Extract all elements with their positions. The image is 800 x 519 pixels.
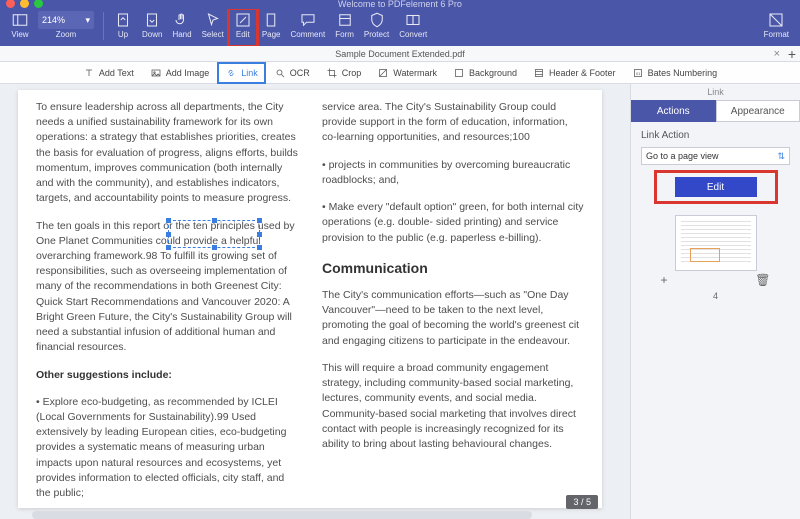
separator-icon — [103, 12, 104, 40]
panel-title: Link — [631, 84, 800, 100]
add-page-icon[interactable]: + — [661, 273, 668, 287]
body-text: To ensure leadership across all departme… — [36, 100, 298, 207]
tab-close-icon[interactable]: × — [774, 48, 780, 60]
horizontal-scrollbar[interactable] — [32, 511, 532, 519]
header-footer-button[interactable]: Header & Footer — [525, 62, 624, 84]
app-title: Welcome to PDFelement 6 Pro — [0, 0, 800, 9]
form-button[interactable]: Form — [330, 9, 359, 46]
ocr-button[interactable]: OCR — [266, 62, 318, 84]
zoom-control[interactable]: 214% ▾ Zoom — [34, 9, 98, 46]
chevron-updown-icon: ⇅ — [777, 151, 785, 162]
page-column-left: To ensure leadership across all departme… — [36, 100, 298, 498]
comment-button[interactable]: Comment — [286, 9, 331, 46]
zoom-label: Zoom — [56, 30, 76, 39]
body-text: • projects in communities by overcoming … — [322, 158, 584, 188]
tab-add-icon[interactable]: + — [788, 46, 796, 62]
edit-button[interactable]: Edit — [229, 9, 257, 46]
body-text: This will require a broad community enga… — [322, 361, 584, 452]
page-button[interactable]: Page — [257, 9, 286, 46]
body-text: • Explore eco-budgeting, as recommended … — [36, 395, 298, 502]
crop-button[interactable]: Crop — [318, 62, 370, 84]
svg-text:01: 01 — [636, 71, 641, 76]
chevron-down-icon: ▾ — [85, 15, 90, 26]
body-text: service area. The City's Sustainability … — [322, 100, 584, 146]
main-area: To ensure leadership across all departme… — [0, 84, 800, 519]
thumbnail-label: 4 — [641, 291, 790, 301]
page-column-right: service area. The City's Sustainability … — [322, 100, 584, 498]
convert-button[interactable]: Convert — [394, 9, 432, 46]
link-action-select[interactable]: Go to a page view ⇅ — [641, 147, 790, 165]
protect-button[interactable]: Protect — [359, 9, 394, 46]
background-button[interactable]: Background — [445, 62, 525, 84]
up-button[interactable]: Up — [109, 9, 137, 46]
titlebar: Welcome to PDFelement 6 Pro — [0, 0, 800, 9]
bates-button[interactable]: 01Bates Numbering — [624, 62, 726, 84]
select-value: Go to a page view — [646, 151, 719, 161]
heading: Other suggestions include: — [36, 368, 298, 383]
page-indicator: 3 / 5 — [566, 495, 598, 509]
view-button[interactable]: View — [6, 9, 34, 46]
heading: Communication — [322, 258, 584, 278]
down-button[interactable]: Down — [137, 9, 167, 46]
body-text: • Make every "default option" green, for… — [322, 200, 584, 246]
tab-actions[interactable]: Actions — [631, 100, 716, 122]
add-text-button[interactable]: Add Text — [75, 62, 142, 84]
edit-subtoolbar: Add Text Add Image Link OCR Crop Waterma… — [0, 62, 800, 84]
main-toolbar: View 214% ▾ Zoom Up Down Hand Select Edi… — [0, 9, 800, 46]
link-selection-box[interactable] — [168, 220, 260, 248]
select-button[interactable]: Select — [197, 9, 229, 46]
add-image-button[interactable]: Add Image — [142, 62, 218, 84]
hand-button[interactable]: Hand — [167, 9, 196, 46]
link-edit-button[interactable]: Edit — [675, 177, 757, 197]
page-thumbnail[interactable] — [675, 215, 757, 271]
watermark-button[interactable]: Watermark — [369, 62, 445, 84]
document-viewport[interactable]: To ensure leadership across all departme… — [0, 84, 630, 519]
document-tab[interactable]: Sample Document Extended.pdf — [0, 49, 800, 59]
properties-panel: Link Actions Appearance Link Action Go t… — [630, 84, 800, 519]
pdf-page[interactable]: To ensure leadership across all departme… — [18, 90, 602, 508]
body-text: The City's communication efforts—such as… — [322, 288, 584, 349]
section-label: Link Action — [641, 130, 790, 141]
edit-button-highlight: Edit — [657, 173, 775, 201]
delete-page-icon[interactable]: 🗑 — [755, 273, 770, 287]
link-button[interactable]: Link — [217, 62, 266, 84]
tab-appearance[interactable]: Appearance — [716, 100, 800, 122]
document-tabbar: Sample Document Extended.pdf × + — [0, 46, 800, 62]
view-label: View — [11, 30, 28, 39]
zoom-value: 214% — [42, 15, 65, 25]
format-button[interactable]: Format — [759, 9, 794, 46]
